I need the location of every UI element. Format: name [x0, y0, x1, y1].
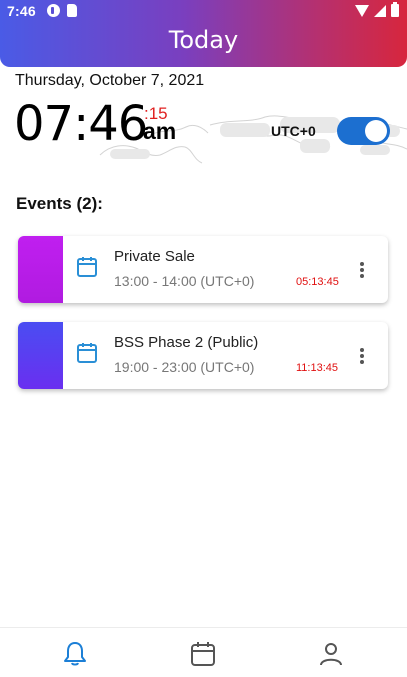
- calendar-icon: [77, 257, 97, 277]
- nav-profile[interactable]: [317, 640, 345, 668]
- calendar-icon: [77, 343, 97, 363]
- timezone-label: UTC+0: [271, 123, 316, 139]
- nav-calendar[interactable]: [189, 640, 217, 668]
- current-date: Thursday, October 7, 2021: [15, 72, 205, 89]
- wifi-icon: [355, 4, 369, 17]
- bell-icon: [64, 642, 86, 666]
- clock-hours-minutes: 07:46: [14, 96, 148, 152]
- p-app-icon: [47, 4, 60, 17]
- status-bar: 7:46: [0, 0, 407, 22]
- event-countdown: 05:13:45: [296, 276, 339, 288]
- event-countdown: 11:13:45: [296, 362, 339, 374]
- event-accent-bar: [18, 322, 63, 389]
- more-options-icon[interactable]: [359, 262, 365, 280]
- nav-notifications[interactable]: [61, 640, 89, 668]
- signal-icon: [374, 4, 386, 17]
- timezone-toggle[interactable]: [337, 117, 390, 145]
- battery-icon: [391, 2, 399, 17]
- event-title: BSS Phase 2 (Public): [114, 334, 259, 351]
- event-accent-bar: [18, 236, 63, 303]
- calendar-icon: [191, 642, 215, 666]
- event-time: 13:00 - 14:00 (UTC+0): [114, 273, 255, 289]
- toggle-knob: [365, 120, 387, 142]
- event-card[interactable]: BSS Phase 2 (Public) 19:00 - 23:00 (UTC+…: [18, 322, 388, 389]
- event-title: Private Sale: [114, 248, 195, 265]
- events-heading: Events (2):: [16, 194, 103, 213]
- app-header: 7:46 Today: [0, 0, 407, 67]
- sd-card-icon: [67, 4, 77, 17]
- more-options-icon[interactable]: [359, 348, 365, 366]
- status-time: 7:46: [7, 3, 36, 19]
- page-title: Today: [168, 26, 239, 54]
- event-time: 19:00 - 23:00 (UTC+0): [114, 359, 255, 375]
- user-icon: [320, 643, 342, 666]
- bottom-nav: [0, 627, 407, 677]
- clock-ampm: am: [143, 118, 177, 144]
- event-card[interactable]: Private Sale 13:00 - 14:00 (UTC+0) 05:13…: [18, 236, 388, 303]
